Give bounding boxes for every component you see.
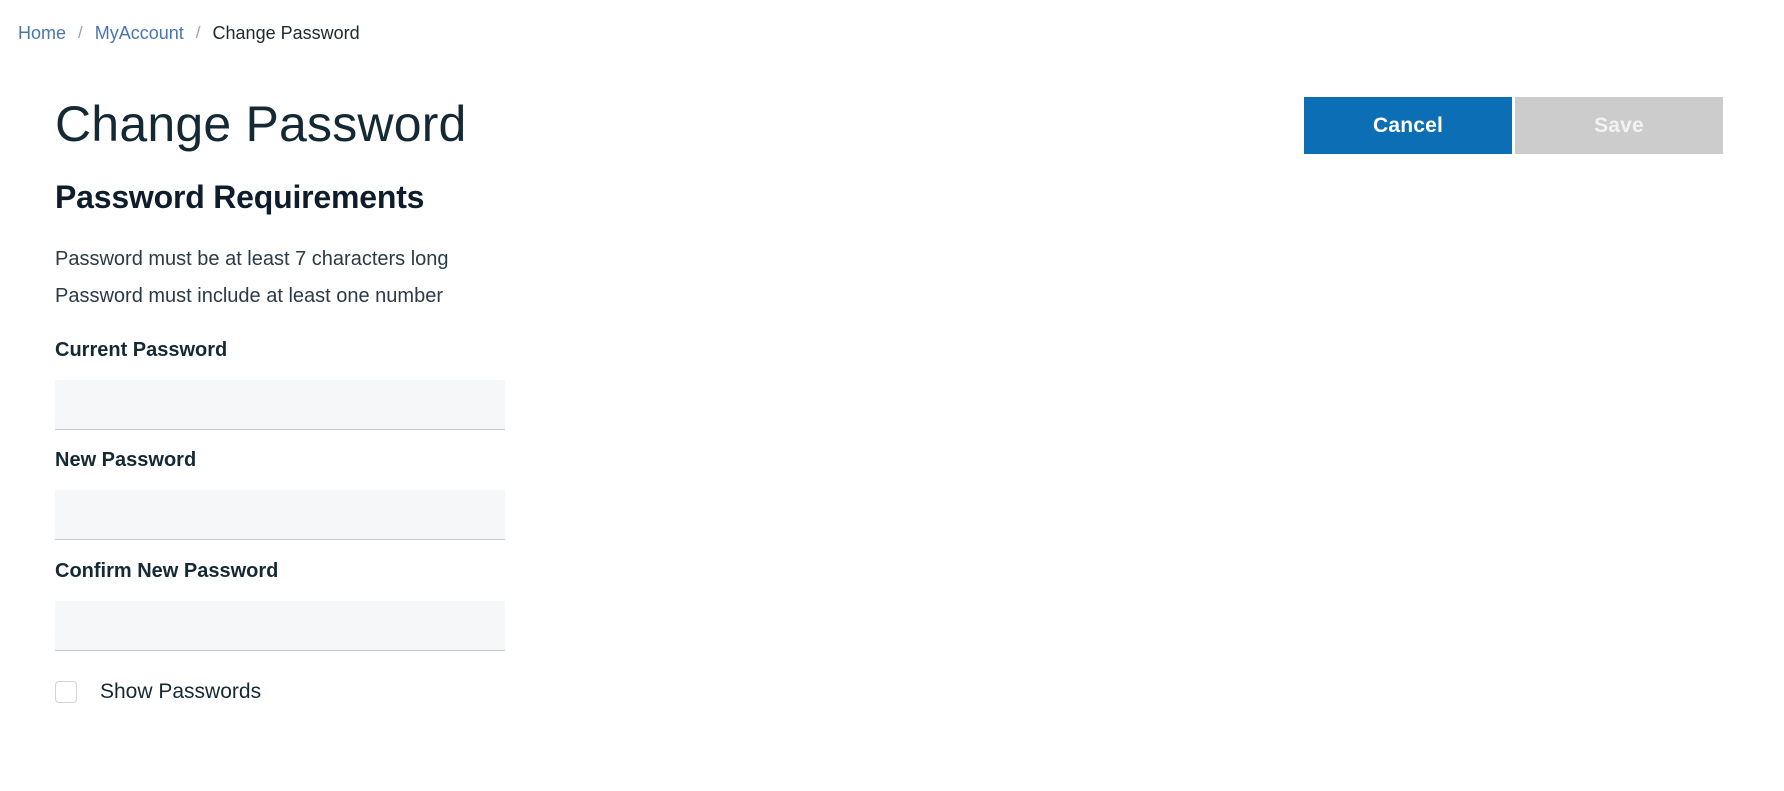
new-password-input[interactable]: [55, 490, 505, 540]
password-requirements-list: Password must be at least 7 characters l…: [55, 217, 755, 315]
show-passwords-label[interactable]: Show Passwords: [100, 679, 261, 705]
current-password-input[interactable]: [55, 380, 505, 430]
field-current-password: Current Password: [55, 337, 505, 430]
save-button: Save: [1515, 97, 1723, 154]
requirement-line: Password must be at least 7 characters l…: [55, 248, 449, 270]
requirement-line: Password must include at least one numbe…: [55, 285, 443, 307]
confirm-new-password-input[interactable]: [55, 601, 505, 651]
current-password-label: Current Password: [55, 339, 228, 361]
confirm-new-password-label: Confirm New Password: [55, 560, 279, 582]
page-title: Change Password: [55, 96, 467, 152]
field-confirm-new-password: Confirm New Password: [55, 558, 505, 651]
password-requirements-title: Password Requirements: [55, 179, 425, 215]
main-content: Change Password Password Requirements Pa…: [55, 0, 755, 705]
page-actions: Cancel Save: [1304, 97, 1723, 154]
field-new-password: New Password: [55, 447, 505, 540]
new-password-label: New Password: [55, 449, 197, 471]
cancel-button[interactable]: Cancel: [1304, 97, 1512, 154]
show-passwords-checkbox[interactable]: [55, 681, 77, 703]
show-passwords-row[interactable]: Show Passwords: [55, 679, 755, 705]
